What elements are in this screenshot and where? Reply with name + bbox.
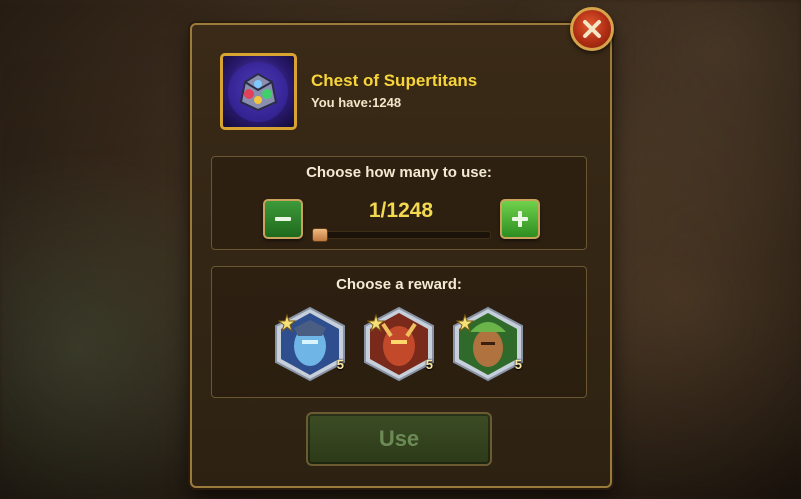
reward-label: Choose a reward: xyxy=(336,276,462,293)
star-count: 5 xyxy=(336,357,344,372)
quantity-slider[interactable] xyxy=(312,228,491,242)
reward-option-2[interactable]: 5 xyxy=(361,306,437,382)
reward-option-3[interactable]: 5 xyxy=(450,306,526,382)
owned-count: You have:1248 xyxy=(311,95,402,110)
plus-icon xyxy=(512,211,528,227)
slider-thumb[interactable] xyxy=(312,228,328,242)
minus-icon xyxy=(275,217,291,221)
increase-button[interactable] xyxy=(500,199,540,239)
star-count: 5 xyxy=(425,357,433,372)
quantity-label: Choose how many to use: xyxy=(306,164,492,181)
quantity-value: 1/1248 xyxy=(368,199,434,222)
use-button[interactable]: Use xyxy=(306,412,492,466)
chest-of-supertitans-icon xyxy=(220,53,297,130)
item-title: Chest of Supertitans xyxy=(311,71,478,90)
decrease-button[interactable] xyxy=(263,199,303,239)
star-icon xyxy=(367,314,385,332)
star-icon xyxy=(278,314,296,332)
close-button[interactable] xyxy=(570,7,614,51)
star-count: 5 xyxy=(514,357,522,372)
reward-option-1[interactable]: 5 xyxy=(272,306,348,382)
star-icon xyxy=(456,314,474,332)
close-icon xyxy=(583,20,601,38)
